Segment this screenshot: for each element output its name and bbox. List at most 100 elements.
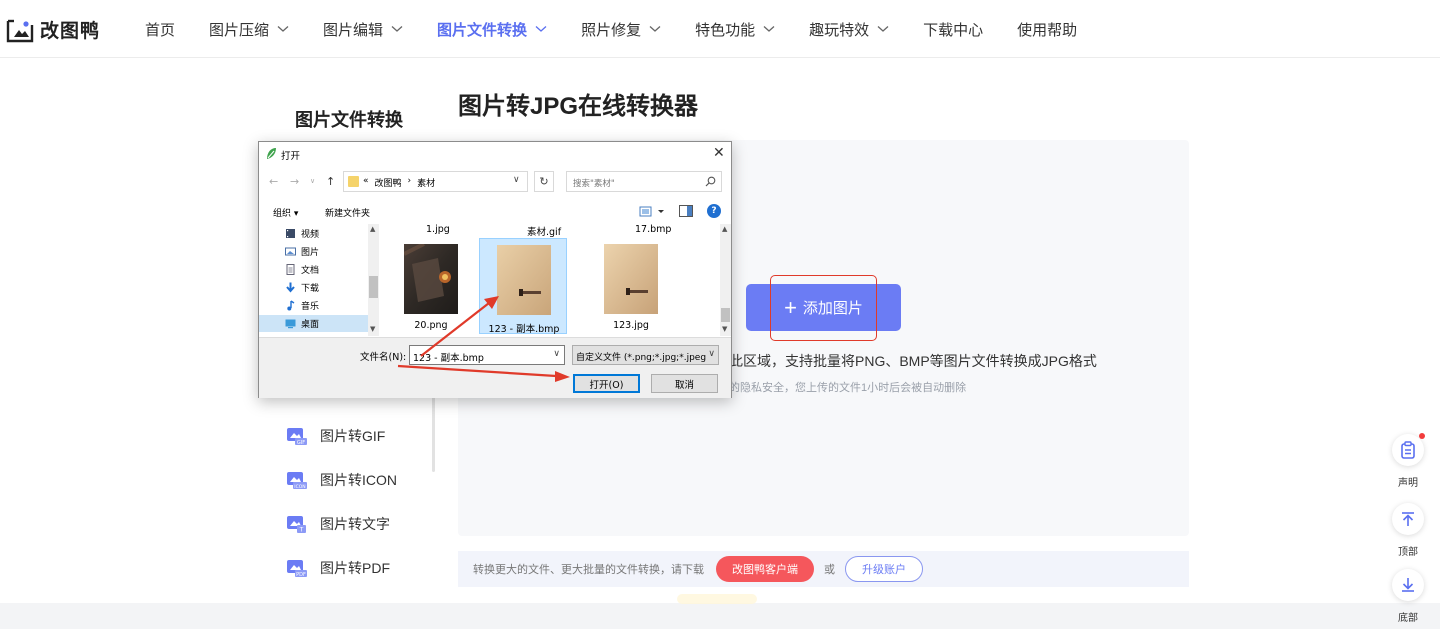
nav-fun-effects[interactable]: 趣玩特效 xyxy=(809,19,889,40)
file-name-partial: 1.jpg xyxy=(426,224,450,235)
breadcrumb-overflow[interactable]: « xyxy=(363,176,369,189)
chevron-down-icon xyxy=(763,26,775,32)
filename-input[interactable]: 123 - 副本.bmp ∨ xyxy=(409,345,565,365)
promo-text: 转换更大的文件、更大批量的文件转换，请下载 xyxy=(473,564,704,576)
nav-home[interactable]: 首页 xyxy=(145,19,175,40)
file-name-partial: 17.bmp xyxy=(635,224,672,235)
text-convert-icon: T xyxy=(286,515,307,534)
top-navigation-bar: 改图鸭 首页 图片压缩 图片编辑 图片文件转换 照片修复 特色功能 趣玩特效 下… xyxy=(0,0,1440,58)
close-icon[interactable]: ✕ xyxy=(713,146,725,160)
scroll-down-icon[interactable]: ▼ xyxy=(722,325,727,333)
duck-logo-icon xyxy=(6,17,34,43)
promo-or-text: 或 xyxy=(824,564,835,576)
chevron-down-icon xyxy=(277,26,289,32)
file-item-selected[interactable]: 123 - 副本.bmp xyxy=(479,238,567,335)
to-top-icon xyxy=(1402,512,1414,526)
scroll-thumb[interactable] xyxy=(721,308,730,322)
svg-text:PDF: PDF xyxy=(296,572,306,578)
photo-thumbnail xyxy=(604,244,658,314)
sidebar-item-to-text[interactable]: T 图片转文字 xyxy=(286,514,390,534)
filetype-select[interactable]: 自定义文件 (*.png;*.jpg;*.jpeg ∨ xyxy=(572,345,719,365)
address-bar[interactable]: « 改图鸭 › 素材 ∨ xyxy=(343,171,528,192)
scroll-down-icon[interactable]: ▼ xyxy=(370,325,375,333)
tree-item-music[interactable]: 音乐 xyxy=(285,297,319,314)
main-nav: 首页 图片压缩 图片编辑 图片文件转换 照片修复 特色功能 趣玩特效 下载中心 xyxy=(128,0,1111,58)
scroll-thumb[interactable] xyxy=(369,276,378,298)
dialog-title: 打开 xyxy=(281,151,301,162)
nav-image-edit[interactable]: 图片编辑 xyxy=(323,19,403,40)
up-arrow-icon[interactable]: ↑ xyxy=(326,175,335,188)
refresh-icon[interactable]: ↻ xyxy=(534,171,554,192)
annotation-highlight-box xyxy=(770,275,877,341)
sidebar-scrollbar[interactable] xyxy=(432,392,435,472)
float-to-top[interactable]: 顶部 xyxy=(1392,503,1424,558)
tree-item-documents[interactable]: 文档 xyxy=(285,261,319,278)
recent-dropdown-icon[interactable]: ∨ xyxy=(310,177,315,185)
documents-folder-icon xyxy=(285,264,296,275)
brand-name: 改图鸭 xyxy=(40,21,101,42)
search-input[interactable]: 搜索"素材" xyxy=(566,171,722,192)
pdf-convert-icon: PDF xyxy=(286,559,307,578)
upgrade-account-button[interactable]: 升级账户 xyxy=(845,556,923,582)
chevron-down-icon xyxy=(391,26,403,32)
nav-image-compress[interactable]: 图片压缩 xyxy=(209,19,289,40)
scroll-up-icon[interactable]: ▲ xyxy=(370,225,375,233)
scroll-up-icon[interactable]: ▲ xyxy=(722,225,727,233)
file-name: 123.jpg xyxy=(613,320,649,331)
chevron-down-icon xyxy=(649,26,661,32)
new-folder-button[interactable]: 新建文件夹 xyxy=(325,206,370,219)
view-options-icon[interactable] xyxy=(639,205,665,219)
sidebar-item-to-pdf[interactable]: PDF 图片转PDF xyxy=(286,558,390,578)
float-notice[interactable]: 声明 xyxy=(1392,433,1425,489)
sidebar-item-label: 图片转ICON xyxy=(320,472,397,488)
tree-item-downloads[interactable]: 下载 xyxy=(285,279,319,296)
pictures-folder-icon xyxy=(285,246,296,257)
chevron-down-icon[interactable]: ∨ xyxy=(553,349,560,359)
desktop-folder-icon xyxy=(285,318,296,329)
nav-image-convert[interactable]: 图片文件转换 xyxy=(437,19,547,40)
to-top-circle xyxy=(1392,503,1424,535)
sidebar-item-to-gif[interactable]: GIF 图片转GIF xyxy=(286,426,385,446)
back-arrow-icon[interactable]: ← xyxy=(269,175,278,188)
nav-label: 使用帮助 xyxy=(1017,21,1078,39)
nav-help[interactable]: 使用帮助 xyxy=(1017,19,1077,40)
tree-label: 文档 xyxy=(301,266,320,276)
nav-label: 图片压缩 xyxy=(209,21,270,39)
folder-icon xyxy=(348,176,359,187)
breadcrumb-item[interactable]: 素材 xyxy=(417,176,435,189)
video-folder-icon xyxy=(285,228,296,239)
file-name: 123 - 副本.bmp xyxy=(488,324,560,335)
tree-item-pictures[interactable]: 图片 xyxy=(285,243,319,260)
float-label: 底部 xyxy=(1398,613,1418,624)
file-list-scrollbar[interactable]: ▲ ▼ xyxy=(720,224,731,336)
dialog-toolbar: 组织 ▾ 新建文件夹 ? xyxy=(259,201,731,223)
tree-label: 视频 xyxy=(301,230,320,240)
help-icon[interactable]: ? xyxy=(707,204,721,218)
dialog-titlebar[interactable]: 打开 ✕ xyxy=(259,142,731,166)
tree-item-videos[interactable]: 视频 xyxy=(285,225,319,242)
chevron-down-icon[interactable]: ∨ xyxy=(513,175,520,185)
float-to-bottom[interactable]: 底部 xyxy=(1392,569,1424,624)
sidebar-item-to-icon[interactable]: ICON 图片转ICON xyxy=(286,470,397,490)
forward-arrow-icon[interactable]: → xyxy=(290,175,299,188)
tree-item-desktop[interactable]: 桌面 xyxy=(259,315,368,332)
gif-convert-icon: GIF xyxy=(286,427,307,446)
cancel-button[interactable]: 取消 xyxy=(651,374,718,393)
tree-scrollbar[interactable]: ▲ ▼ xyxy=(368,224,379,336)
brand-logo[interactable]: 改图鸭 xyxy=(6,16,100,43)
nav-photo-repair[interactable]: 照片修复 xyxy=(581,19,661,40)
open-button[interactable]: 打开(O) xyxy=(573,374,640,393)
notice-circle xyxy=(1392,433,1425,466)
file-item[interactable]: 123.jpg xyxy=(587,238,675,334)
nav-label: 图片编辑 xyxy=(323,21,384,39)
organize-menu[interactable]: 组织 ▾ xyxy=(273,206,298,219)
download-client-button[interactable]: 改图鸭客户端 xyxy=(716,556,814,582)
nav-download-center[interactable]: 下载中心 xyxy=(923,19,983,40)
nav-special-features[interactable]: 特色功能 xyxy=(695,19,775,40)
breadcrumb-item[interactable]: 改图鸭 xyxy=(375,176,402,189)
chevron-down-icon xyxy=(535,26,547,32)
address-row: ← → ∨ ↑ « 改图鸭 › 素材 ∨ ↻ 搜索"素材" xyxy=(259,169,731,195)
preview-pane-icon[interactable] xyxy=(679,205,693,217)
sidebar-item-label: 图片转文字 xyxy=(320,516,390,532)
file-item[interactable]: 20.png xyxy=(387,238,475,334)
